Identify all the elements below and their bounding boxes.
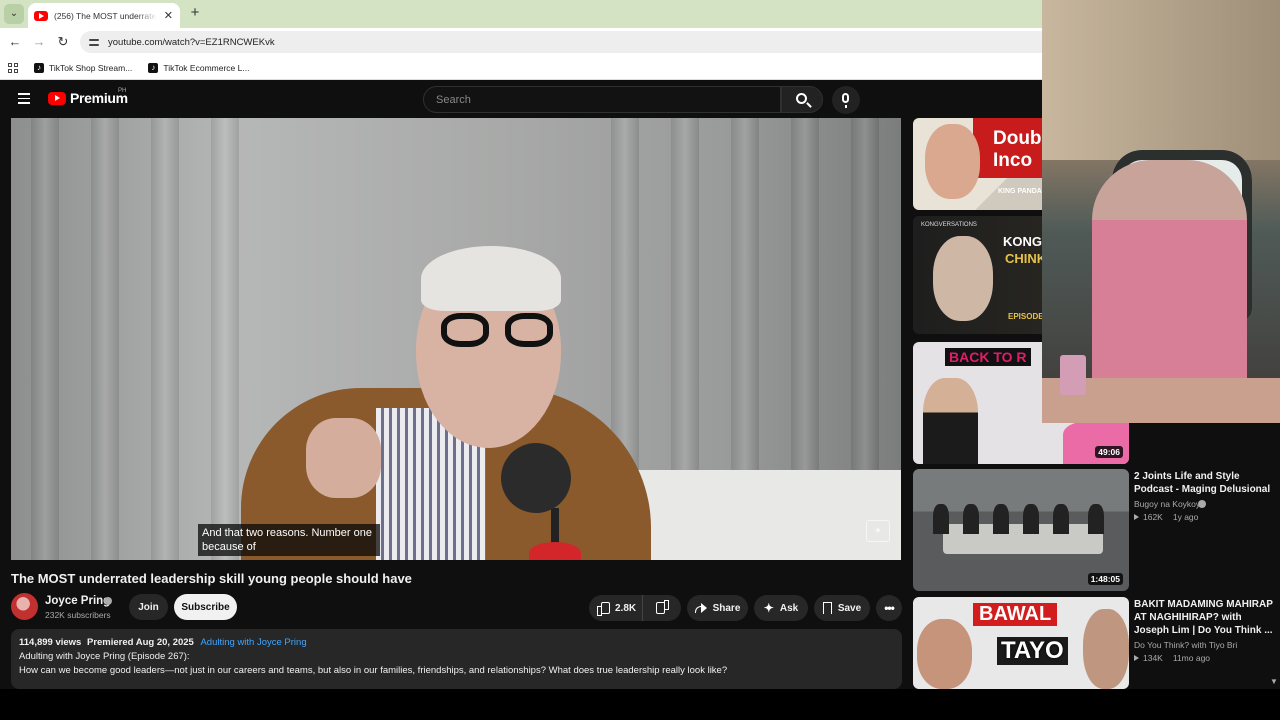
sparkle-icon: ✦: [763, 601, 774, 615]
more-actions-button[interactable]: •••: [876, 595, 902, 621]
back-arrow-icon[interactable]: ←: [6, 33, 24, 51]
bookmark-item[interactable]: ♪ TikTok Ecommerce L...: [148, 62, 250, 73]
save-label: Save: [837, 602, 862, 614]
more-horizontal-icon: •••: [884, 601, 895, 615]
search-box[interactable]: [423, 86, 781, 113]
search-icon: [796, 93, 807, 104]
play-icon: [1134, 514, 1139, 520]
recommendation-channel[interactable]: Bugoy na Koykoy: [1134, 499, 1200, 509]
recommendation-age: 11mo ago: [1172, 653, 1211, 663]
chevron-down-icon: ⌄: [9, 8, 19, 19]
like-button[interactable]: 2.8K: [589, 595, 643, 621]
omnibox[interactable]: youtube.com/watch?v=EZ1RNCWEKvk: [80, 31, 1042, 53]
hashtag-link[interactable]: Adulting with Joyce Pring: [200, 637, 306, 648]
forward-arrow-icon[interactable]: →: [30, 33, 48, 51]
address-bar-row: ← → ↻ youtube.com/watch?v=EZ1RNCWEKvk: [0, 28, 1042, 56]
bookmark-item[interactable]: ♪ TikTok Shop Stream...: [34, 62, 133, 73]
bookmarks-bar: ♪ TikTok Shop Stream... ♪ TikTok Ecommer…: [0, 56, 1042, 80]
webcam-overlay: [1042, 0, 1280, 423]
subscriber-count: 232K subscribers: [45, 610, 111, 620]
verified-badge-icon: [1198, 500, 1206, 508]
bookmark-icon: [822, 602, 832, 615]
youtube-play-icon: [48, 91, 66, 105]
tiktok-icon: ♪: [34, 62, 44, 73]
active-browser-tab[interactable]: (256) The MOST underrated leadership ski…: [28, 3, 180, 28]
thumbnail-subtext: TAYO: [997, 637, 1068, 665]
channel-avatar[interactable]: [11, 593, 38, 620]
thumbs-down-icon: [657, 602, 669, 614]
site-info-icon[interactable]: [88, 36, 100, 48]
recommendation-views: 134K: [1143, 653, 1163, 663]
video-title: The MOST underrated leadership skill you…: [11, 571, 412, 586]
thumbnail-subtext: KING PANDA: [998, 188, 1042, 195]
description-line: Adulting with Joyce Pring (Episode 267):: [19, 651, 190, 662]
subscribe-button[interactable]: Subscribe: [174, 594, 237, 620]
tiktok-icon: ♪: [148, 62, 159, 73]
apps-grid-icon[interactable]: [8, 62, 18, 73]
recommendation-age: 1y ago: [1172, 512, 1199, 522]
bookmark-label: TikTok Shop Stream...: [49, 62, 133, 73]
channel-watermark-icon[interactable]: ◈: [866, 520, 890, 542]
like-dislike-group: 2.8K: [589, 595, 681, 621]
channel-name[interactable]: Joyce Pring: [45, 595, 110, 607]
ask-button[interactable]: ✦ Ask: [754, 595, 808, 621]
thumbnail-text: BACK TO R: [945, 348, 1031, 366]
close-tab-icon[interactable]: ✕: [163, 9, 174, 22]
thumbnail-tag: KONGVERSATIONS: [921, 222, 977, 228]
recommendation-channel[interactable]: Do You Think? with Tiyo Bri: [1134, 640, 1237, 650]
recommendation-title[interactable]: 2 Joints Life and Style Podcast - Maging…: [1134, 470, 1274, 496]
join-button[interactable]: Join: [129, 594, 168, 620]
thumbs-up-icon: [597, 602, 610, 616]
youtube-masthead: Premium PH: [0, 81, 1042, 118]
bookmark-label: TikTok Ecommerce L...: [163, 62, 250, 73]
recommendation-title[interactable]: BAKIT MADAMING MAHIRAP AT NAGHIHIRAP? wi…: [1134, 598, 1274, 637]
description-stats: 114,899 views Premiered Aug 20, 2025 Adu…: [19, 637, 894, 648]
save-button[interactable]: Save: [814, 595, 870, 621]
search-button[interactable]: [781, 86, 823, 113]
premiere-date: Premiered Aug 20, 2025: [86, 637, 194, 648]
share-icon: [694, 603, 707, 613]
new-tab-button[interactable]: +: [186, 4, 204, 22]
reload-icon[interactable]: ↻: [54, 33, 72, 51]
recommendation-views: 162K: [1143, 512, 1163, 522]
recommendation-meta: 134K 11mo ago: [1134, 653, 1210, 663]
menu-icon[interactable]: [18, 93, 30, 104]
tab-search-dropdown-button[interactable]: ⌄: [4, 4, 24, 24]
video-duration: 1:48:05: [1087, 573, 1123, 585]
recommendation-thumbnail[interactable]: BAWAL TAYO: [913, 597, 1129, 689]
description-box[interactable]: 114,899 views Premiered Aug 20, 2025 Adu…: [11, 629, 902, 689]
recommendation-meta: 162K 1y ago: [1134, 512, 1198, 522]
video-captions: And that two reasons. Number one because…: [198, 524, 380, 556]
video-frame-cup: [529, 542, 581, 560]
scroll-down-icon[interactable]: ▼: [1270, 677, 1278, 686]
play-icon: [1134, 655, 1139, 661]
browser-tab-bar: ⌄ (256) The MOST underrated leadership s…: [0, 0, 1042, 28]
ask-label: Ask: [779, 602, 799, 614]
like-count: 2.8K: [615, 602, 637, 614]
description-line: How can we become good leaders—not just …: [19, 665, 728, 676]
dislike-button[interactable]: [645, 595, 681, 621]
share-label: Share: [712, 602, 741, 614]
region-code: PH: [118, 88, 127, 94]
tab-title: (256) The MOST underrated leadership ski…: [54, 10, 157, 21]
recommendation-thumbnail[interactable]: 1:48:05: [913, 469, 1129, 591]
verified-badge-icon: [104, 597, 112, 605]
search-input[interactable]: [436, 93, 780, 106]
youtube-favicon-icon: [34, 10, 48, 21]
thumbnail-text: BAWAL: [973, 603, 1058, 626]
share-button[interactable]: Share: [687, 595, 748, 621]
voice-search-button[interactable]: [832, 86, 860, 114]
webcam-streamer: [1092, 160, 1247, 400]
bottom-black-strip: [0, 689, 1280, 720]
url-text[interactable]: youtube.com/watch?v=EZ1RNCWEKvk: [108, 37, 275, 48]
video-player[interactable]: [11, 118, 901, 560]
video-duration: 49:06: [1095, 446, 1123, 458]
youtube-premium-logo[interactable]: Premium PH: [48, 88, 128, 106]
microphone-icon: [842, 93, 849, 103]
view-count: 114,899 views: [19, 637, 82, 648]
